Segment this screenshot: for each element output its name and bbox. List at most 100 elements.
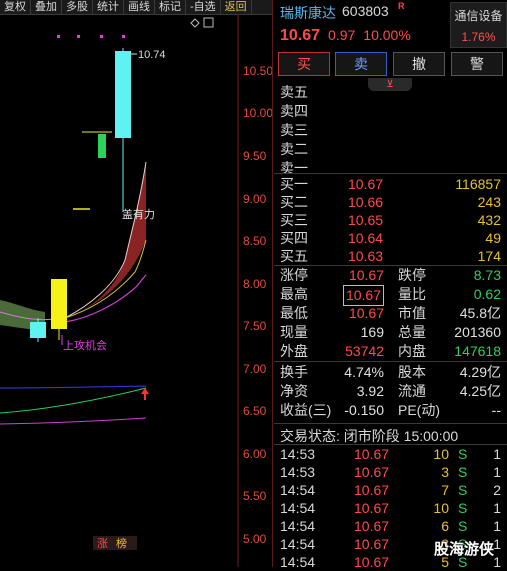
toolbar-fuquan-button[interactable]: 复权: [0, 0, 31, 14]
stat-label: PE(动): [398, 402, 440, 418]
separator: [274, 423, 507, 424]
bid-price: 10.63: [348, 248, 384, 264]
up-arrow-icon: [141, 388, 149, 400]
tick-time: 14:54: [280, 518, 316, 534]
tick-count: 1: [493, 554, 501, 570]
bid-label: 买四: [280, 230, 308, 246]
ask-row: 卖三: [280, 122, 308, 138]
sell-button[interactable]: 卖: [335, 52, 387, 76]
stat-value: --: [491, 402, 501, 418]
tick-time: 14:53: [280, 464, 316, 480]
r-badge: R: [398, 1, 405, 11]
stat-label: 最低: [280, 305, 308, 321]
tick-price: 10.67: [354, 554, 390, 570]
stats-row: 外盘 53742 内盘 147618: [274, 342, 507, 361]
high-label: 10.74: [138, 49, 166, 61]
stat-label: 总量: [398, 324, 426, 340]
candle-cyan-small: [30, 322, 46, 338]
tick-count: 1: [493, 536, 501, 552]
price-change: 0.97: [328, 27, 356, 43]
stats-row: 涨停 10.67 跌停 8.73: [274, 266, 507, 285]
stat-label: 外盘: [280, 343, 308, 359]
toolbar-back-button[interactable]: 返回: [221, 0, 252, 14]
candle-cyan-big: [115, 51, 131, 138]
bid-list: 买一 10.67 116857 买二 10.66 243 买三 10.65 432 买四 10…: [274, 175, 507, 265]
price-tick: 5.00: [243, 532, 267, 546]
price-tick: 6.00: [243, 447, 267, 461]
tick-side: S: [458, 446, 468, 462]
alert-button[interactable]: 警: [451, 52, 503, 76]
chart-toolbar: 复权 叠加 多股 统计 画线 标记 -自选 返回: [0, 0, 272, 15]
toolbar-multi-stock-button[interactable]: 多股: [62, 0, 93, 14]
sector-pct: 1.76%: [461, 30, 496, 44]
tick-side: S: [458, 500, 468, 516]
stat-label: 股本: [398, 364, 426, 380]
bid-volume: 116857: [455, 176, 501, 192]
stats-table: 涨停 10.67 跌停 8.73 最高 10.67 量比 0.62 最低 10.67 市值…: [274, 266, 507, 361]
bid-volume: 174: [477, 248, 501, 264]
separator: [274, 173, 507, 174]
cancel-order-button[interactable]: 撤: [393, 52, 445, 76]
bid-volume: 49: [485, 230, 501, 246]
tick-volume: 7: [441, 482, 449, 498]
last-price: 10.67: [280, 27, 321, 44]
separator: [274, 361, 507, 362]
stock-name[interactable]: 瑞斯康达: [280, 3, 336, 23]
watermark: 股海游侠: [434, 541, 495, 558]
stat-value: 201360: [454, 324, 501, 340]
stat-value: 45.8亿: [459, 305, 501, 321]
tick-count: 1: [493, 500, 501, 516]
tick-volume: 6: [441, 518, 449, 534]
stats-row: 最高 10.67 量比 0.62: [274, 285, 507, 306]
tick-row: 14:54 10.67 6 S 1: [274, 517, 507, 535]
stats-table-2: 换手 4.74% 股本 4.29亿 净资 3.92 流通 4.25亿 收益(三) -0.1…: [274, 363, 507, 420]
price-tick: 8.50: [243, 234, 267, 248]
ask-row: 卖二: [280, 141, 308, 157]
square-icon: [203, 17, 214, 28]
bid-price: 10.66: [348, 194, 384, 210]
stat-label: 最高: [280, 286, 308, 302]
stat-value: 0.62: [473, 286, 501, 302]
signal-dots: [57, 35, 125, 38]
quote-panel: 瑞斯康达 603803 R 通信设备 1.76% 10.67 0.97 10.00%…: [274, 0, 507, 570]
tick-count: 1: [493, 518, 501, 534]
bid-row: 买二 10.66 243: [274, 193, 507, 211]
tick-count: 1: [493, 446, 501, 462]
tick-volume: 10: [433, 500, 449, 516]
price-tick: 5.50: [243, 489, 267, 503]
stat-value: 3.92: [356, 383, 384, 399]
toolbar-stats-button[interactable]: 统计: [93, 0, 124, 14]
trade-buttons: 买 卖 撤 警: [274, 52, 507, 76]
tick-price: 10.67: [354, 536, 390, 552]
annotation-gaiyouli: 盖有力: [122, 207, 155, 221]
tick-count: 1: [493, 464, 501, 480]
stat-value: 10.67: [342, 285, 384, 306]
toolbar-overlay-button[interactable]: 叠加: [31, 0, 62, 14]
buy-button[interactable]: 买: [278, 52, 330, 76]
stat-label: 市值: [398, 305, 426, 321]
toolbar-watchlist-button[interactable]: -自选: [186, 0, 221, 14]
toolbar-mark-button[interactable]: 标记: [155, 0, 186, 14]
tick-time: 14:54: [280, 554, 316, 570]
ask-row: 卖五: [280, 84, 308, 100]
stats-row: 现量 169 总量 201360: [274, 323, 507, 342]
price-tick: 10.50: [243, 64, 272, 78]
price-tick: 8.00: [243, 277, 267, 291]
stock-code: 603803: [342, 3, 389, 19]
tick-time: 14:53: [280, 446, 316, 462]
bid-price: 10.64: [348, 230, 384, 246]
quote-line: 10.67 0.97 10.00%: [280, 27, 411, 45]
stat-value: -0.150: [344, 402, 384, 418]
sector-label: 通信设备: [454, 9, 503, 23]
sector-box[interactable]: 通信设备 1.76%: [450, 2, 507, 48]
stat-label: 量比: [398, 286, 426, 302]
ask-row: 卖四: [280, 103, 308, 119]
kline-chart[interactable]: 10.50 10.00 9.50 9.00 8.50 8.00 7.50 7.0…: [0, 15, 272, 567]
toolbar-draw-line-button[interactable]: 画线: [124, 0, 155, 14]
tick-row: 14:53 10.67 10 S 1: [274, 445, 507, 463]
bid-price: 10.65: [348, 212, 384, 228]
stat-label: 收益(三): [280, 402, 332, 418]
annotation-shanggong: 上攻机会: [63, 338, 107, 352]
badge-bang: 榜: [116, 536, 127, 550]
stat-value: 4.74%: [344, 364, 384, 380]
